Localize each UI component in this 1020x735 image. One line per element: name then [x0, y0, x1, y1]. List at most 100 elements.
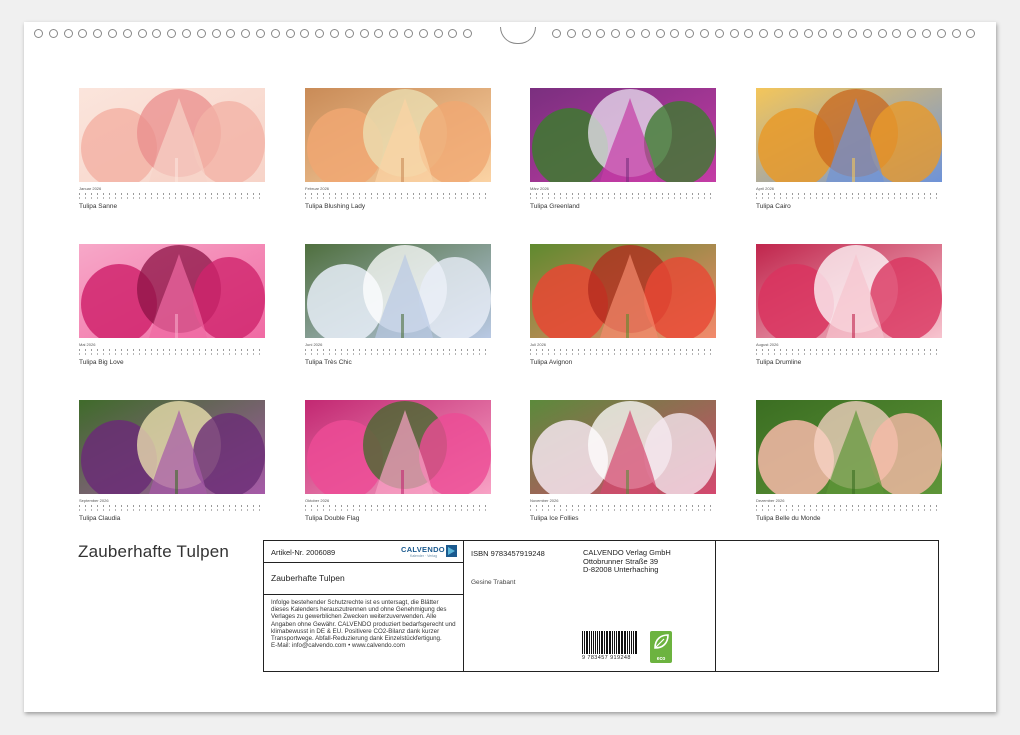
- variety-name: Tulipa Drumline: [756, 359, 942, 367]
- tulip-photo: [530, 88, 716, 182]
- binding-ring: [966, 29, 975, 38]
- binding-ring: [256, 29, 265, 38]
- binding-ring: [892, 29, 901, 38]
- calvendo-mark-icon: [446, 545, 457, 557]
- day-strip: [305, 192, 491, 200]
- month-tile: Februar 2026Tulipa Blushing Lady: [305, 88, 491, 211]
- binding-ring: [641, 29, 650, 38]
- tulip-photo: [756, 88, 942, 182]
- binding-ring: [848, 29, 857, 38]
- variety-name: Tulipa Ice Follies: [530, 515, 716, 523]
- binding-ring: [330, 29, 339, 38]
- book-title: Zauberhafte Tulpen: [271, 573, 345, 583]
- binding-ring: [611, 29, 620, 38]
- binding-ring: [937, 29, 946, 38]
- binding-ring: [878, 29, 887, 38]
- binding-ring: [463, 29, 472, 38]
- binding-ring: [167, 29, 176, 38]
- variety-name: Tulipa Sanne: [79, 203, 265, 211]
- month-name: März 2026: [530, 186, 716, 191]
- month-name: Oktober 2026: [305, 498, 491, 503]
- variety-name: Tulipa Avignon: [530, 359, 716, 367]
- variety-name: Tulipa Belle du Monde: [756, 515, 942, 523]
- variety-name: Tulipa Greenland: [530, 203, 716, 211]
- binding-ring: [922, 29, 931, 38]
- binding-ring: [345, 29, 354, 38]
- binding-ring: [656, 29, 665, 38]
- tulip-photo: [79, 400, 265, 494]
- binding-ring: [152, 29, 161, 38]
- tulip-photo: [756, 400, 942, 494]
- eco-label: eco: [650, 656, 672, 662]
- day-strip: [79, 348, 265, 356]
- binding-ring: [804, 29, 813, 38]
- month-tile: Mai 2026 Tulipa Big Love: [79, 244, 265, 367]
- month-name: April 2026: [756, 186, 942, 191]
- binding-ring: [448, 29, 457, 38]
- tulip-photo: [305, 244, 491, 338]
- tulip-photo: [79, 244, 265, 338]
- month-tile: August 2026Tulipa Drumline: [756, 244, 942, 367]
- isbn: ISBN 9783457919248: [471, 549, 545, 558]
- binding-ring: [389, 29, 398, 38]
- variety-name: Tulipa Claudia: [79, 515, 265, 523]
- day-strip: [305, 504, 491, 512]
- binding-ring: [197, 29, 206, 38]
- variety-name: Tulipa Très Chic: [305, 359, 491, 367]
- month-tile: Juli 2026Tulipa Avignon: [530, 244, 716, 367]
- calendar-back-page: Januar 2026Tulipa SanneFebruar 2026Tulip…: [24, 22, 996, 712]
- binding-ring: [212, 29, 221, 38]
- article-row: Artikel-Nr. 2006089 CALVENDO Kalender · …: [264, 541, 463, 563]
- binding-ring: [241, 29, 250, 38]
- month-name: Dezember 2026: [756, 498, 942, 503]
- calendar-title: Zauberhafte Tulpen: [78, 542, 229, 562]
- binding-ring: [78, 29, 87, 38]
- binding-ring: [34, 29, 43, 38]
- variety-name: Tulipa Big Love: [79, 359, 265, 367]
- day-strip: [530, 192, 716, 200]
- day-strip: [756, 192, 942, 200]
- binding-ring: [952, 29, 961, 38]
- binding-ring: [552, 29, 561, 38]
- barcode: 9 783457 919248: [582, 631, 638, 661]
- day-strip: [530, 348, 716, 356]
- binding-ring: [123, 29, 132, 38]
- binding-ring: [360, 29, 369, 38]
- month-tile: September 2026Tulipa Claudia: [79, 400, 265, 523]
- binding-ring: [271, 29, 280, 38]
- binding-ring: [744, 29, 753, 38]
- binding-ring: [286, 29, 295, 38]
- author: Gesine Trabant: [471, 579, 515, 586]
- binding-ring: [434, 29, 443, 38]
- variety-name: Tulipa Cairo: [756, 203, 942, 211]
- binding-ring: [685, 29, 694, 38]
- month-name: Februar 2026: [305, 186, 491, 191]
- binding-ring: [49, 29, 58, 38]
- day-strip: [530, 504, 716, 512]
- binding-ring: [404, 29, 413, 38]
- month-name: Januar 2026: [79, 186, 265, 191]
- binding-ring: [64, 29, 73, 38]
- binding-ring: [226, 29, 235, 38]
- day-strip: [305, 348, 491, 356]
- binding-ring: [300, 29, 309, 38]
- month-name: Mai 2026: [79, 342, 265, 347]
- binding-ring: [730, 29, 739, 38]
- binding-ring: [93, 29, 102, 38]
- month-tile: November 2026Tulipa Ice Follies: [530, 400, 716, 523]
- legal-notice: Infolge bestehender Schutzrechte ist es …: [264, 595, 463, 649]
- tulip-photo: [305, 88, 491, 182]
- binding-ring: [759, 29, 768, 38]
- binding-ring: [419, 29, 428, 38]
- book-title-row: Zauberhafte Tulpen: [264, 563, 463, 595]
- tulip-photo: [305, 400, 491, 494]
- brand-name: CALVENDO: [401, 545, 445, 554]
- month-tile: März 2026 Tulipa Greenland: [530, 88, 716, 211]
- binding-ring: [774, 29, 783, 38]
- day-strip: [756, 504, 942, 512]
- day-strip: [79, 192, 265, 200]
- info-column-left: Artikel-Nr. 2006089 CALVENDO Kalender · …: [264, 541, 464, 671]
- binding-ring: [567, 29, 576, 38]
- binding-ring: [374, 29, 383, 38]
- month-name: Juni 2026: [305, 342, 491, 347]
